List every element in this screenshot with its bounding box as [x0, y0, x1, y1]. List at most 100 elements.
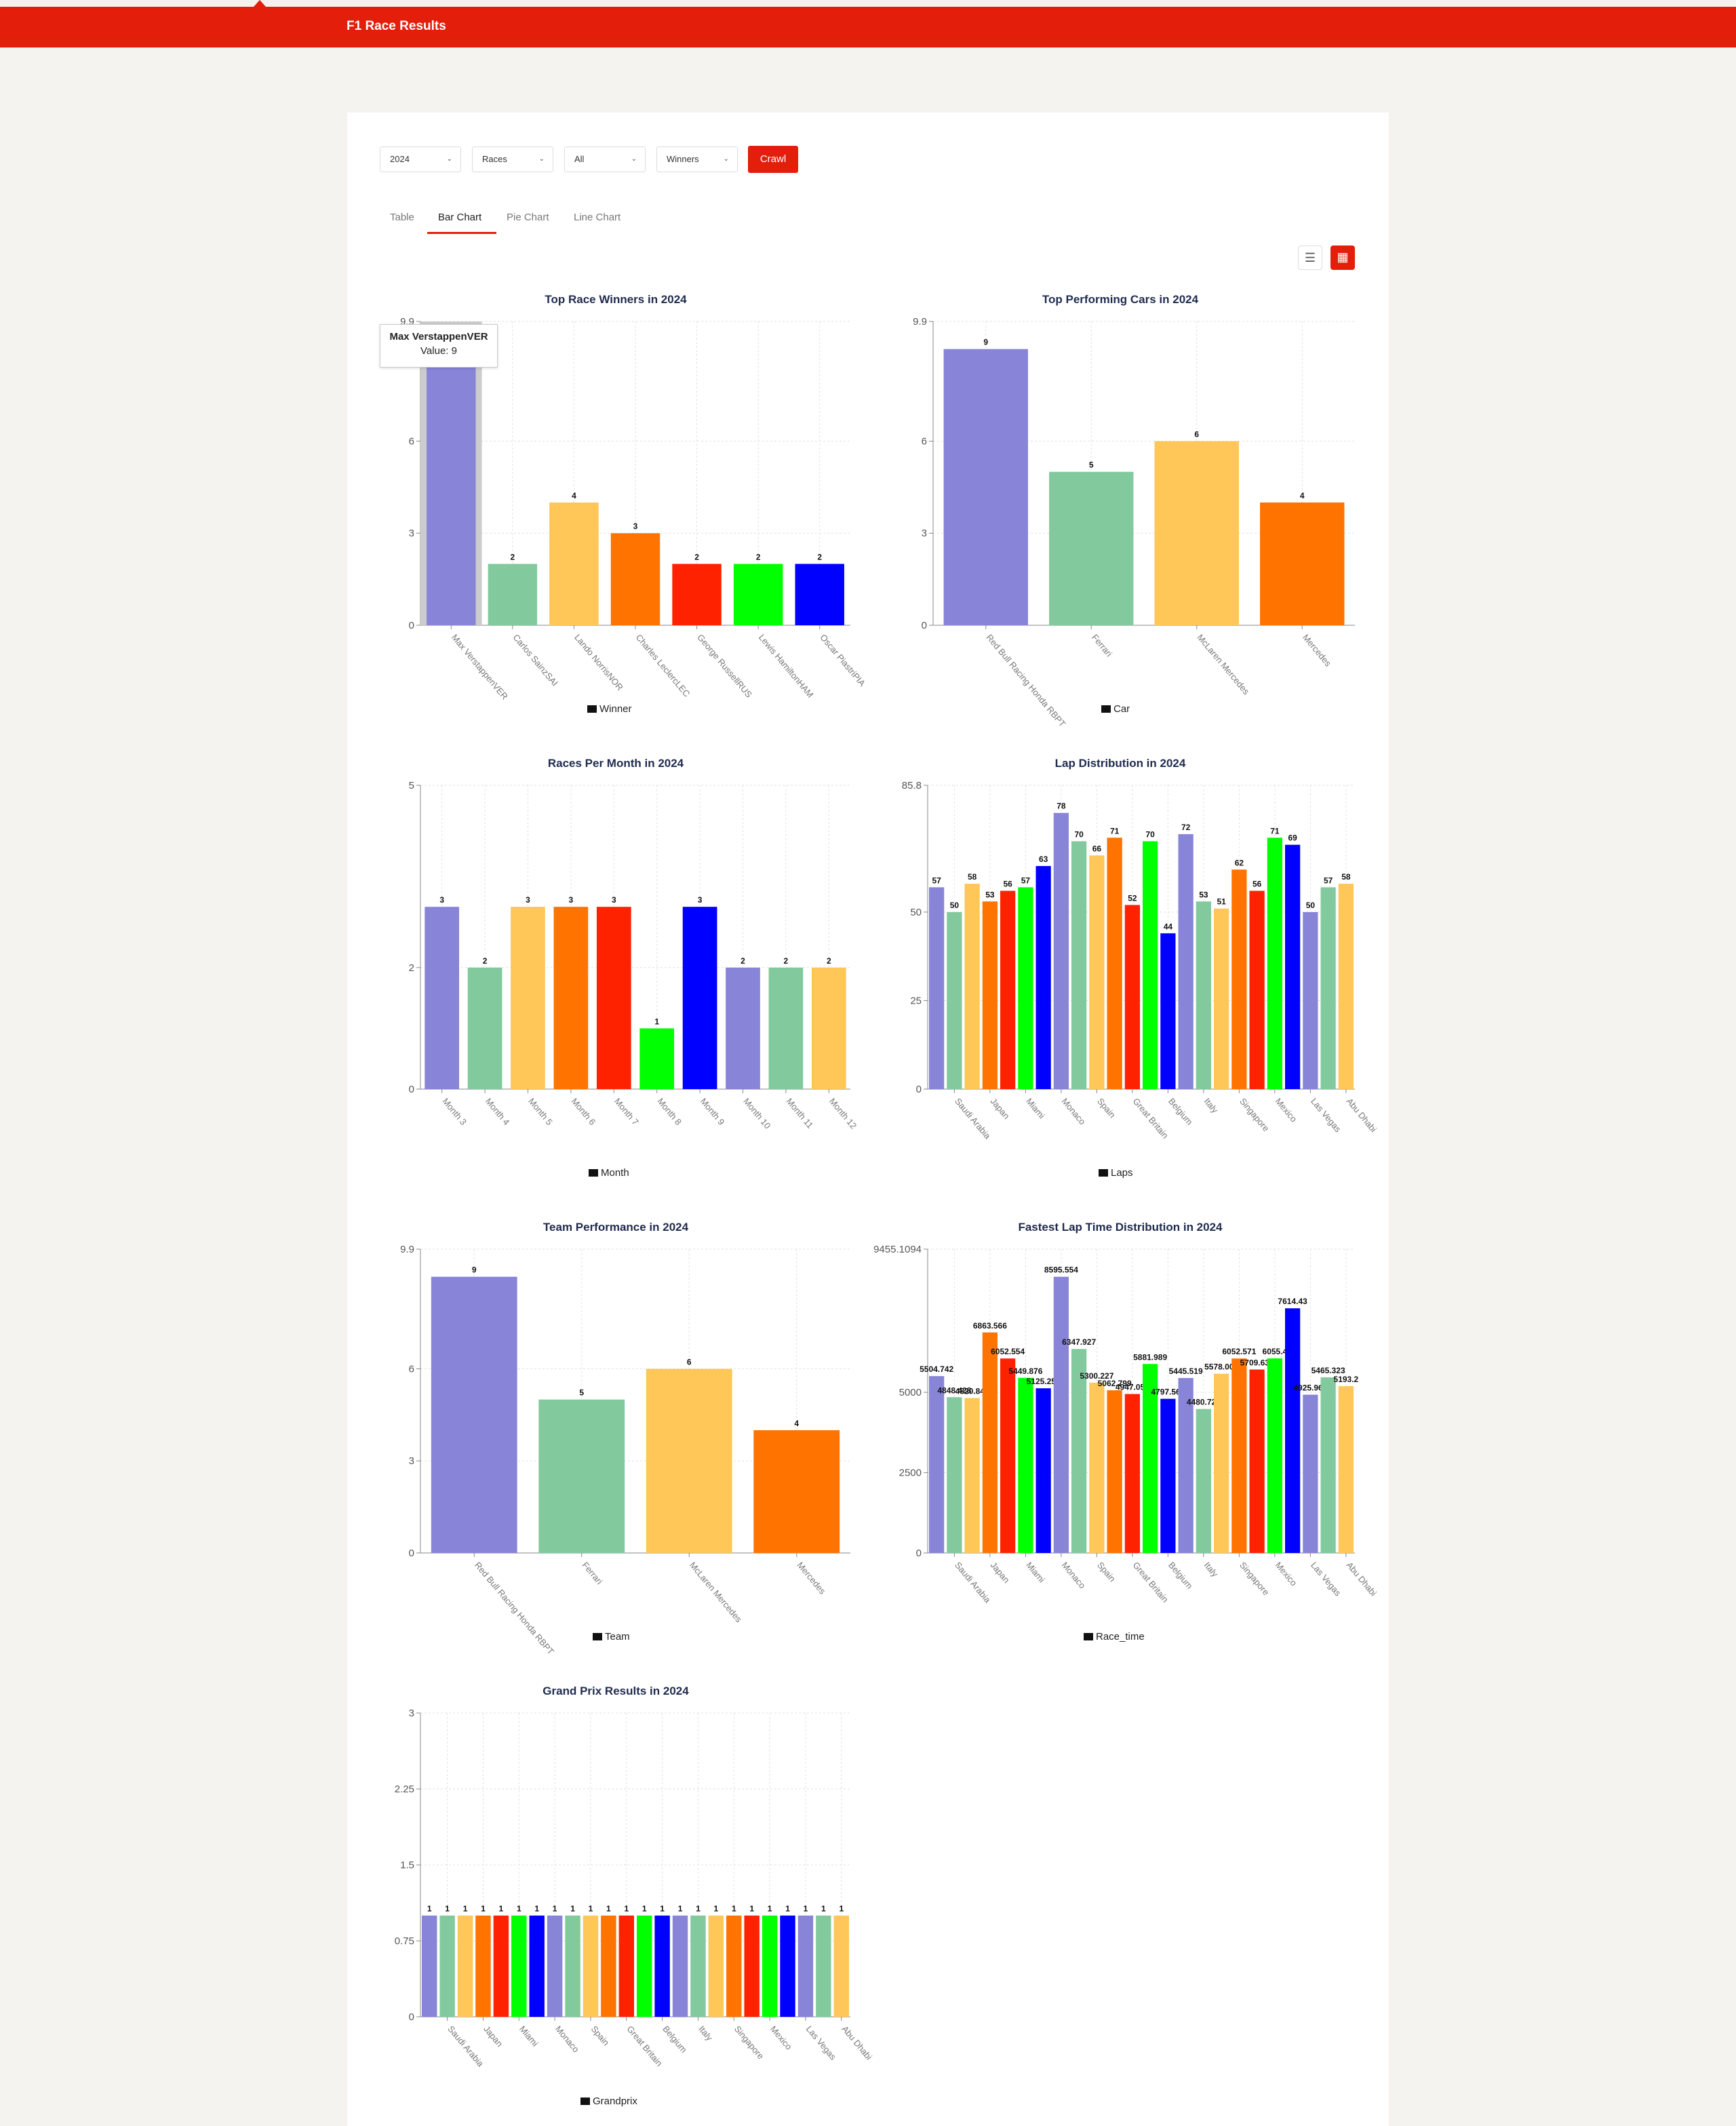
- chart-legend[interactable]: Laps: [1099, 1167, 1133, 1179]
- bar[interactable]: [1049, 471, 1134, 625]
- bar[interactable]: [553, 907, 589, 1089]
- bar[interactable]: [1035, 1388, 1051, 1553]
- crawl-button[interactable]: Crawl: [748, 146, 798, 173]
- bar[interactable]: [583, 1915, 599, 2017]
- bar[interactable]: [833, 1915, 849, 2017]
- bar[interactable]: [467, 967, 502, 1089]
- bar[interactable]: [982, 901, 998, 1089]
- bar[interactable]: [1053, 812, 1069, 1089]
- bar[interactable]: [1249, 890, 1265, 1089]
- bar[interactable]: [596, 907, 631, 1089]
- bar[interactable]: [816, 1915, 831, 2017]
- bar[interactable]: [457, 1915, 473, 2017]
- bar[interactable]: [811, 967, 846, 1089]
- bar[interactable]: [601, 1915, 616, 2017]
- bar[interactable]: [1196, 901, 1211, 1089]
- bar[interactable]: [690, 1915, 706, 2017]
- bar[interactable]: [654, 1915, 670, 2017]
- metric-select[interactable]: Winners ⌄: [656, 146, 738, 172]
- bar[interactable]: [547, 1915, 563, 2017]
- bar[interactable]: [646, 1369, 732, 1553]
- bar[interactable]: [1196, 1409, 1211, 1553]
- bar[interactable]: [1018, 887, 1033, 1089]
- bar[interactable]: [422, 1915, 437, 2017]
- year-select[interactable]: 2024 ⌄: [380, 146, 461, 172]
- bar[interactable]: [964, 884, 980, 1089]
- bar[interactable]: [565, 1915, 580, 2017]
- bar[interactable]: [1143, 841, 1158, 1089]
- bar[interactable]: [943, 349, 1028, 625]
- bar[interactable]: [672, 564, 722, 625]
- chart-legend[interactable]: Car: [1101, 703, 1130, 715]
- bar[interactable]: [1160, 933, 1176, 1089]
- bar[interactable]: [708, 1915, 724, 2017]
- bar[interactable]: [637, 1915, 652, 2017]
- bar[interactable]: [1107, 1390, 1122, 1553]
- bar[interactable]: [1338, 884, 1354, 1089]
- bar[interactable]: [1107, 838, 1122, 1089]
- scope-select[interactable]: All ⌄: [564, 146, 646, 172]
- bar[interactable]: [929, 887, 945, 1089]
- chart-legend[interactable]: Month: [589, 1167, 629, 1179]
- bar[interactable]: [639, 1028, 675, 1089]
- bar[interactable]: [1214, 908, 1229, 1089]
- bar[interactable]: [762, 1915, 778, 2017]
- bar[interactable]: [1124, 1394, 1140, 1553]
- bar[interactable]: [431, 1276, 517, 1553]
- grid-view-button[interactable]: ▦: [1330, 245, 1355, 270]
- bar[interactable]: [425, 907, 460, 1089]
- bar[interactable]: [672, 1915, 688, 2017]
- bar[interactable]: [1053, 1276, 1069, 1553]
- bar[interactable]: [1285, 844, 1301, 1089]
- bar[interactable]: [1035, 866, 1051, 1089]
- bar[interactable]: [1267, 1358, 1282, 1553]
- category-select[interactable]: Races ⌄: [472, 146, 553, 172]
- bar[interactable]: [1260, 502, 1345, 625]
- bar[interactable]: [1000, 890, 1016, 1089]
- bar[interactable]: [1320, 1377, 1336, 1553]
- bar[interactable]: [618, 1915, 634, 2017]
- chart-legend[interactable]: Race_time: [1084, 1631, 1145, 1642]
- bar[interactable]: [1285, 1308, 1301, 1553]
- bar[interactable]: [982, 1332, 998, 1553]
- bar[interactable]: [780, 1915, 795, 2017]
- bar[interactable]: [1089, 855, 1105, 1089]
- bar[interactable]: [733, 564, 783, 625]
- bar[interactable]: [1154, 441, 1239, 625]
- bar[interactable]: [1231, 1358, 1247, 1553]
- bar[interactable]: [1231, 869, 1247, 1089]
- bar[interactable]: [610, 533, 660, 625]
- bar[interactable]: [744, 1915, 760, 2017]
- bar[interactable]: [439, 1915, 455, 2017]
- bar[interactable]: [1320, 887, 1336, 1089]
- bar[interactable]: [1160, 1398, 1176, 1553]
- bar[interactable]: [726, 967, 760, 1089]
- bar[interactable]: [1249, 1369, 1265, 1553]
- bar[interactable]: [488, 564, 538, 625]
- bar[interactable]: [538, 1399, 625, 1553]
- bar[interactable]: [964, 1398, 980, 1553]
- bar[interactable]: [511, 1915, 527, 2017]
- bar[interactable]: [795, 564, 844, 625]
- bar[interactable]: [511, 907, 545, 1089]
- bar[interactable]: [1071, 841, 1087, 1089]
- bar[interactable]: [427, 349, 476, 625]
- list-view-button[interactable]: ☰: [1298, 245, 1322, 270]
- bar[interactable]: [1338, 1385, 1354, 1553]
- bar[interactable]: [1178, 834, 1194, 1089]
- bar[interactable]: [797, 1915, 814, 2017]
- bar[interactable]: [1303, 1394, 1318, 1553]
- bar[interactable]: [1089, 1382, 1105, 1553]
- bar[interactable]: [753, 1430, 840, 1553]
- bar[interactable]: [1214, 1373, 1229, 1553]
- bar[interactable]: [726, 1915, 742, 2017]
- bar[interactable]: [1124, 905, 1140, 1089]
- bar[interactable]: [682, 907, 717, 1089]
- chart-legend[interactable]: Grandprix: [580, 2095, 637, 2107]
- chart-legend[interactable]: Team: [593, 1631, 630, 1642]
- bar[interactable]: [768, 967, 804, 1089]
- tab-table[interactable]: Table: [390, 212, 414, 223]
- bar[interactable]: [1267, 838, 1282, 1089]
- bar[interactable]: [529, 1915, 545, 2017]
- bar[interactable]: [475, 1915, 491, 2017]
